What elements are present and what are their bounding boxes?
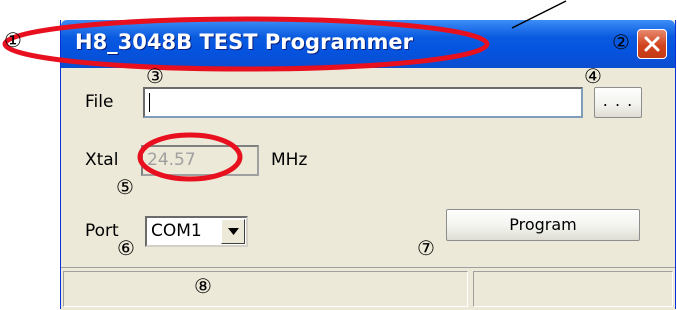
port-label: Port (85, 221, 119, 241)
callout-1: ① (4, 28, 22, 52)
port-select[interactable]: COM1 (145, 216, 248, 247)
xtal-unit-label: MHz (271, 150, 308, 170)
xtal-frequency-input[interactable]: 24.57 (141, 145, 259, 176)
status-pane-1 (63, 271, 468, 307)
callout-2: ② (612, 30, 630, 54)
xtal-label: Xtal (85, 150, 119, 170)
port-dropdown-button[interactable] (221, 219, 245, 244)
callout-8: ⑧ (194, 274, 212, 298)
callout-3: ③ (146, 64, 164, 88)
close-icon (644, 36, 660, 52)
file-path-input[interactable] (143, 87, 583, 118)
chevron-down-icon (228, 228, 239, 235)
program-button[interactable]: Program (446, 209, 640, 241)
callout-4: ④ (584, 64, 602, 88)
port-select-value: COM1 (151, 221, 202, 241)
text-caret (149, 93, 150, 112)
status-pane-2 (473, 271, 673, 307)
file-label: File (85, 92, 114, 112)
callout-7: ⑦ (417, 236, 435, 260)
callout-6: ⑥ (117, 236, 135, 260)
title-bar[interactable]: H8_3048B TEST Programmer (61, 20, 675, 68)
browse-button[interactable]: . . . (594, 87, 642, 118)
window-title: H8_3048B TEST Programmer (75, 30, 413, 54)
status-bar (61, 267, 675, 310)
callout-5: ⑤ (116, 175, 134, 199)
close-button[interactable] (637, 29, 667, 59)
